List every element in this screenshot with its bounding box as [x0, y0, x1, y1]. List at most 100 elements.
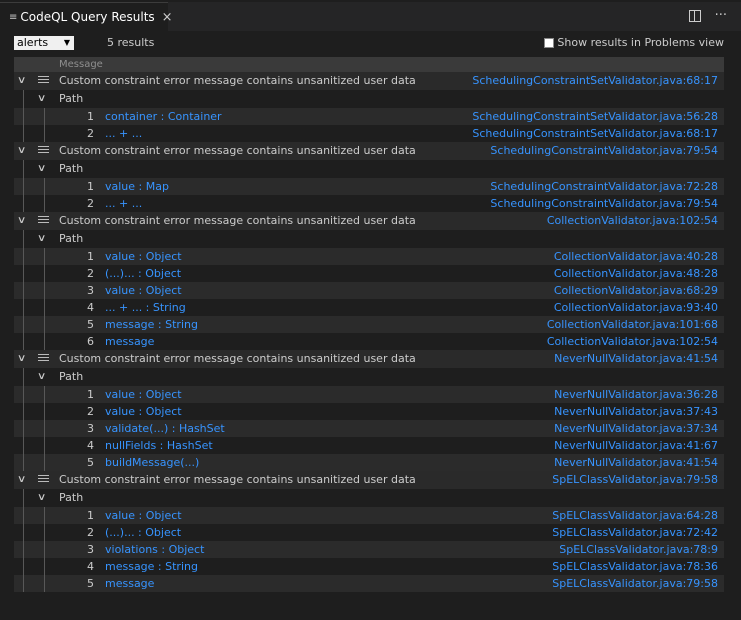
- chevron-down-icon[interactable]: ∨: [17, 212, 27, 230]
- step-expression-link[interactable]: validate(...) : HashSet: [105, 420, 225, 437]
- alert-location-link[interactable]: NeverNullValidator.java:41:54: [554, 350, 718, 368]
- step-location-link[interactable]: SpELClassValidator.java:64:28: [552, 507, 718, 524]
- step-expression-link[interactable]: value : Object: [105, 403, 182, 420]
- step-expression-link[interactable]: message: [105, 575, 154, 592]
- alert-location-link[interactable]: SpELClassValidator.java:79:58: [552, 471, 718, 489]
- alert-row[interactable]: ∨ Custom constraint error message contain…: [14, 142, 724, 160]
- path-step-row[interactable]: 3 value : Object CollectionValidator.java:…: [14, 282, 724, 299]
- tab-bar: ≡ CodeQL Query Results × ···: [0, 0, 741, 31]
- chevron-down-icon[interactable]: ∨: [17, 350, 27, 368]
- step-expression-link[interactable]: container : Container: [105, 108, 222, 125]
- step-expression-link[interactable]: message : String: [105, 558, 198, 575]
- step-expression-link[interactable]: nullFields : HashSet: [105, 437, 213, 454]
- step-expression-link[interactable]: value : Object: [105, 386, 182, 403]
- step-location-link[interactable]: SpELClassValidator.java:78:9: [559, 541, 718, 558]
- step-expression-link[interactable]: value : Object: [105, 507, 182, 524]
- step-location-link[interactable]: SchedulingConstraintSetValidator.java:68…: [472, 125, 718, 142]
- path-step-row[interactable]: 3 validate(...) : HashSet NeverNullValidat…: [14, 420, 724, 437]
- step-location-link[interactable]: SchedulingConstraintSetValidator.java:56…: [472, 108, 718, 125]
- path-step-row[interactable]: 1 container : Container SchedulingConstrai…: [14, 108, 724, 125]
- path-step-row[interactable]: 1 value : Map SchedulingConstraintValidato…: [14, 178, 724, 195]
- step-location-link[interactable]: NeverNullValidator.java:37:43: [554, 403, 718, 420]
- step-expression-link[interactable]: value : Object: [105, 248, 182, 265]
- chevron-down-icon[interactable]: ∨: [37, 368, 47, 386]
- chevron-down-icon[interactable]: ∨: [37, 160, 47, 178]
- chevron-down-icon[interactable]: ∨: [37, 90, 47, 108]
- chevron-down-icon[interactable]: ∨: [17, 142, 27, 160]
- alert-location-link[interactable]: SchedulingConstraintValidator.java:79:54: [490, 142, 718, 160]
- step-location-link[interactable]: SpELClassValidator.java:79:58: [552, 575, 718, 592]
- step-location-link[interactable]: CollectionValidator.java:101:68: [547, 316, 718, 333]
- path-step-row[interactable]: 2 value : Object NeverNullValidator.java:3…: [14, 403, 724, 420]
- path-row[interactable]: ∨ Path: [14, 489, 724, 507]
- step-location-link[interactable]: CollectionValidator.java:93:40: [554, 299, 718, 316]
- step-expression-link[interactable]: message: [105, 333, 154, 350]
- alert-list-icon: [38, 475, 49, 484]
- problems-view-toggle[interactable]: Show results in Problems view: [544, 36, 724, 49]
- step-location-link[interactable]: SpELClassValidator.java:72:42: [552, 524, 718, 541]
- step-expression-link[interactable]: ... + ... : String: [105, 299, 186, 316]
- step-expression-link[interactable]: value : Map: [105, 178, 169, 195]
- step-expression-link[interactable]: message : String: [105, 316, 198, 333]
- path-step-row[interactable]: 2 (...)... : Object SpELClassValidator.jav…: [14, 524, 724, 541]
- chevron-down-icon[interactable]: ∨: [17, 471, 27, 489]
- path-step-row[interactable]: 4 nullFields : HashSet NeverNullValidator.…: [14, 437, 724, 454]
- list-icon: ≡: [9, 11, 18, 23]
- step-location-link[interactable]: NeverNullValidator.java:37:34: [554, 420, 718, 437]
- alert-row[interactable]: ∨ Custom constraint error message contain…: [14, 212, 724, 230]
- step-expression-link[interactable]: violations : Object: [105, 541, 204, 558]
- step-location-link[interactable]: SpELClassValidator.java:78:36: [552, 558, 718, 575]
- step-expression-link[interactable]: ... + ...: [105, 125, 142, 142]
- alert-list-icon: [38, 76, 49, 85]
- path-step-row[interactable]: 1 value : Object NeverNullValidator.java:3…: [14, 386, 724, 403]
- result-set-select[interactable]: alerts ▼: [14, 36, 74, 50]
- path-step-row[interactable]: 5 message SpELClassValidator.java:79:58: [14, 575, 724, 592]
- step-location-link[interactable]: CollectionValidator.java:68:29: [554, 282, 718, 299]
- alert-row[interactable]: ∨ Custom constraint error message contain…: [14, 471, 724, 489]
- chevron-down-icon[interactable]: ∨: [37, 230, 47, 248]
- alert-row[interactable]: ∨ Custom constraint error message contain…: [14, 350, 724, 368]
- step-location-link[interactable]: NeverNullValidator.java:41:54: [554, 454, 718, 471]
- step-location-link[interactable]: SchedulingConstraintValidator.java:79:54: [490, 195, 718, 212]
- step-location-link[interactable]: NeverNullValidator.java:41:67: [554, 437, 718, 454]
- step-expression-link[interactable]: value : Object: [105, 282, 182, 299]
- alert-location-link[interactable]: CollectionValidator.java:102:54: [547, 212, 718, 230]
- path-row[interactable]: ∨ Path: [14, 230, 724, 248]
- path-step-row[interactable]: 4 ... + ... : String CollectionValidator.j…: [14, 299, 724, 316]
- step-location-link[interactable]: SchedulingConstraintValidator.java:72:28: [490, 178, 718, 195]
- path-step-row[interactable]: 2 ... + ... SchedulingConstraintValidator.…: [14, 195, 724, 212]
- problems-view-checkbox[interactable]: [544, 37, 555, 48]
- more-actions-icon[interactable]: ···: [715, 8, 727, 24]
- step-expression-link[interactable]: buildMessage(...): [105, 454, 199, 471]
- path-step-row[interactable]: 3 violations : Object SpELClassValidator.j…: [14, 541, 724, 558]
- step-location-link[interactable]: CollectionValidator.java:40:28: [554, 248, 718, 265]
- step-expression-link[interactable]: ... + ...: [105, 195, 142, 212]
- path-step-row[interactable]: 1 value : Object CollectionValidator.java:…: [14, 248, 724, 265]
- split-editor-icon[interactable]: [688, 8, 701, 24]
- step-location-link[interactable]: CollectionValidator.java:48:28: [554, 265, 718, 282]
- chevron-down-icon[interactable]: ∨: [17, 72, 27, 90]
- path-step-row[interactable]: 2 (...)... : Object CollectionValidator.ja…: [14, 265, 724, 282]
- chevron-down-icon[interactable]: ∨: [37, 489, 47, 507]
- path-row[interactable]: ∨ Path: [14, 90, 724, 108]
- step-location-link[interactable]: NeverNullValidator.java:36:28: [554, 386, 718, 403]
- path-step-row[interactable]: 5 buildMessage(...) NeverNullValidator.jav…: [14, 454, 724, 471]
- step-expression-link[interactable]: (...)... : Object: [105, 524, 181, 541]
- path-step-row[interactable]: 6 message CollectionValidator.java:102:54: [14, 333, 724, 350]
- path-step-row[interactable]: 4 message : String SpELClassValidator.java…: [14, 558, 724, 575]
- alert-location-link[interactable]: SchedulingConstraintSetValidator.java:68…: [472, 72, 718, 90]
- tab-codeql-query-results[interactable]: ≡ CodeQL Query Results ×: [0, 2, 173, 31]
- editor-actions: ···: [688, 8, 727, 24]
- path-row[interactable]: ∨ Path: [14, 160, 724, 178]
- alert-message: Custom constraint error message contains…: [59, 473, 416, 486]
- step-number: 4: [87, 301, 94, 314]
- step-expression-link[interactable]: (...)... : Object: [105, 265, 181, 282]
- path-step-row[interactable]: 1 value : Object SpELClassValidator.java:6…: [14, 507, 724, 524]
- tree-guide: [44, 108, 45, 142]
- path-step-row[interactable]: 2 ... + ... SchedulingConstraintSetValidat…: [14, 125, 724, 142]
- alert-row[interactable]: ∨ Custom constraint error message contain…: [14, 72, 724, 90]
- step-location-link[interactable]: CollectionValidator.java:102:54: [547, 333, 718, 350]
- path-step-row[interactable]: 5 message : String CollectionValidator.jav…: [14, 316, 724, 333]
- close-icon[interactable]: ×: [162, 10, 173, 25]
- path-row[interactable]: ∨ Path: [14, 368, 724, 386]
